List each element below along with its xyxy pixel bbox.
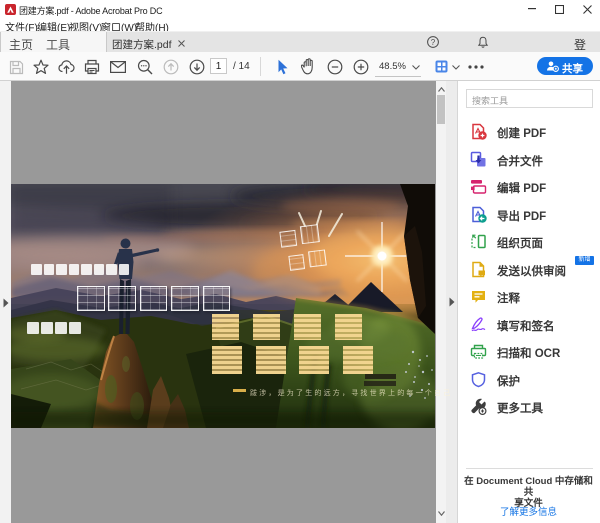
svg-text:?: ? bbox=[431, 38, 436, 47]
